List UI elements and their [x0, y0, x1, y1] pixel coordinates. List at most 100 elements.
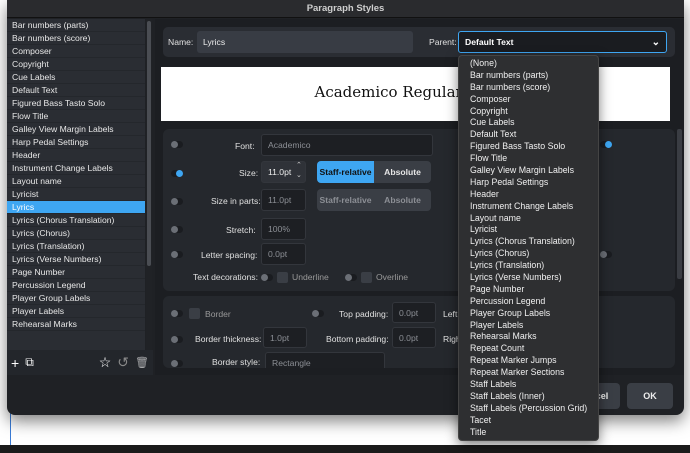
style-list-item[interactable]: Harp Pedal Settings [7, 136, 145, 149]
border-toggle[interactable] [171, 310, 183, 317]
dropdown-option[interactable]: Rehearsal Marks [459, 331, 598, 343]
style-list-item[interactable]: Bar numbers (score) [7, 32, 145, 45]
dropdown-option[interactable]: Header [459, 189, 598, 201]
border-style-toggle[interactable] [171, 360, 183, 367]
style-list-item[interactable]: Percussion Legend [7, 279, 145, 292]
scrollbar-thumb[interactable] [147, 21, 151, 266]
style-list-item[interactable]: Lyrics (Chorus) [7, 227, 145, 240]
editor-scrollbar[interactable] [677, 129, 682, 279]
dropdown-option[interactable]: Default Text [459, 129, 598, 141]
staff-relative-option[interactable]: Staff-relative [317, 161, 374, 183]
style-list-item[interactable]: Figured Bass Tasto Solo [7, 97, 145, 110]
border-thickness-toggle[interactable] [171, 336, 183, 343]
style-list-item[interactable]: Instrument Change Labels [7, 162, 145, 175]
style-list-scrollbar[interactable] [146, 19, 152, 350]
dropdown-option[interactable]: Copyright [459, 106, 598, 118]
dropdown-option[interactable]: Repeat Marker Sections [459, 367, 598, 379]
dropdown-option[interactable]: Staff Labels (Percussion Grid) [459, 403, 598, 415]
name-input[interactable]: Lyrics [197, 31, 413, 53]
overline-toggle[interactable] [345, 274, 357, 281]
dropdown-option[interactable]: Staff Labels [459, 379, 598, 391]
underline-label: Underline [292, 272, 329, 282]
absolute-option[interactable]: Absolute [374, 161, 431, 183]
style-list-item[interactable]: Bar numbers (parts) [7, 19, 145, 32]
dropdown-option[interactable]: Galley View Margin Labels [459, 165, 598, 177]
style-list-item[interactable]: Galley View Margin Labels [7, 123, 145, 136]
style-list-item[interactable]: Lyrics (Translation) [7, 240, 145, 253]
right-toggle[interactable] [600, 141, 612, 148]
parent-select[interactable]: Default Text ⌄ [458, 31, 667, 53]
border-thickness-input[interactable]: 1.0pt [263, 327, 307, 348]
top-padding-input[interactable]: 0.0pt [392, 302, 436, 323]
dropdown-option[interactable]: Lyrics (Chorus Translation) [459, 236, 598, 248]
size-mode-toggle[interactable]: Staff-relative Absolute [317, 161, 431, 183]
underline-checkbox[interactable] [277, 272, 288, 283]
border-checkbox[interactable] [189, 308, 200, 319]
size-override-toggle[interactable] [171, 170, 183, 177]
dropdown-option[interactable]: Player Labels [459, 320, 598, 332]
style-list-item[interactable]: Lyrics (Verse Numbers) [7, 253, 145, 266]
size-parts-label: Size in parts: [211, 196, 261, 206]
dropdown-option[interactable]: Lyrics (Chorus) [459, 248, 598, 260]
text-decorations-label: Text decorations: [193, 272, 258, 282]
dropdown-option[interactable]: Cue Labels [459, 117, 598, 129]
font-input[interactable]: Academico [261, 134, 433, 156]
dropdown-option[interactable]: Player Group Labels [459, 308, 598, 320]
style-list-item[interactable]: Lyrics [7, 201, 145, 214]
dropdown-option[interactable]: Repeat Count [459, 343, 598, 355]
style-list-item[interactable]: Player Labels [7, 305, 145, 318]
style-list-item[interactable]: Rehearsal Marks [7, 318, 145, 331]
style-editor: Name: Lyrics Parent: Default Text ⌄ Acad… [155, 19, 684, 375]
style-list-item[interactable]: Flow Title [7, 110, 145, 123]
dropdown-option[interactable]: Flow Title [459, 153, 598, 165]
underline-toggle[interactable] [261, 274, 273, 281]
delete-icon[interactable]: 🗑 [135, 356, 149, 369]
dropdown-option[interactable]: Page Number [459, 284, 598, 296]
dropdown-option[interactable]: Bar numbers (score) [459, 82, 598, 94]
letter-spacing-input[interactable]: 0.0pt [261, 243, 306, 265]
dropdown-option[interactable]: (None) [459, 58, 598, 70]
style-list-item[interactable]: Default Text [7, 84, 145, 97]
font-override-toggle[interactable] [171, 141, 183, 148]
dropdown-option[interactable]: Layout name [459, 213, 598, 225]
style-list-item[interactable]: Layout name [7, 175, 145, 188]
style-list-item[interactable]: Header [7, 149, 145, 162]
style-list-item[interactable]: Player Group Labels [7, 292, 145, 305]
style-list-item[interactable]: Lyrics (Chorus Translation) [7, 214, 145, 227]
dropdown-option[interactable]: Title [459, 427, 598, 439]
style-list-item[interactable]: Copyright [7, 58, 145, 71]
letter-spacing-toggle[interactable] [171, 251, 183, 258]
dropdown-option[interactable]: Repeat Marker Jumps [459, 355, 598, 367]
size-parts-toggle[interactable] [171, 198, 183, 205]
stretch-toggle[interactable] [171, 226, 183, 233]
parent-dropdown-menu: (None) Bar numbers (parts) Bar numbers (sc… [458, 55, 599, 441]
stretch-input[interactable]: 100% [261, 218, 306, 240]
size-parts-input[interactable]: 11.0pt [261, 189, 306, 211]
add-icon[interactable]: + [11, 355, 19, 371]
dropdown-option[interactable]: Lyrics (Translation) [459, 260, 598, 272]
padding-toggle[interactable] [312, 310, 324, 317]
dropdown-option[interactable]: Staff Labels (Inner) [459, 391, 598, 403]
dropdown-option[interactable]: Lyricist [459, 224, 598, 236]
style-list-item[interactable]: Cue Labels [7, 71, 145, 84]
style-list-item[interactable]: Lyricist [7, 188, 145, 201]
overline-checkbox[interactable] [361, 272, 372, 283]
size-stepper-icon[interactable]: ⌃ ⌄ [296, 161, 302, 181]
dropdown-option[interactable]: Lyrics (Verse Numbers) [459, 272, 598, 284]
dropdown-option[interactable]: Instrument Change Labels [459, 201, 598, 213]
star-icon[interactable]: ☆ [99, 354, 112, 371]
dropdown-option[interactable]: Composer [459, 94, 598, 106]
right-toggle-2[interactable] [600, 251, 612, 258]
ok-button[interactable]: OK [627, 383, 673, 409]
bottom-padding-input[interactable]: 0.0pt [392, 327, 436, 348]
reset-icon[interactable]: ↺ [117, 354, 129, 371]
dropdown-option[interactable]: Percussion Legend [459, 296, 598, 308]
border-style-select[interactable]: Rectangle [265, 352, 385, 368]
dropdown-option[interactable]: Harp Pedal Settings [459, 177, 598, 189]
style-list-item[interactable]: Composer [7, 45, 145, 58]
dropdown-option[interactable]: Bar numbers (parts) [459, 70, 598, 82]
duplicate-icon[interactable]: ⧉ [25, 355, 34, 370]
dropdown-option[interactable]: Figured Bass Tasto Solo [459, 141, 598, 153]
style-list-item[interactable]: Page Number [7, 266, 145, 279]
dropdown-option[interactable]: Tacet [459, 415, 598, 427]
